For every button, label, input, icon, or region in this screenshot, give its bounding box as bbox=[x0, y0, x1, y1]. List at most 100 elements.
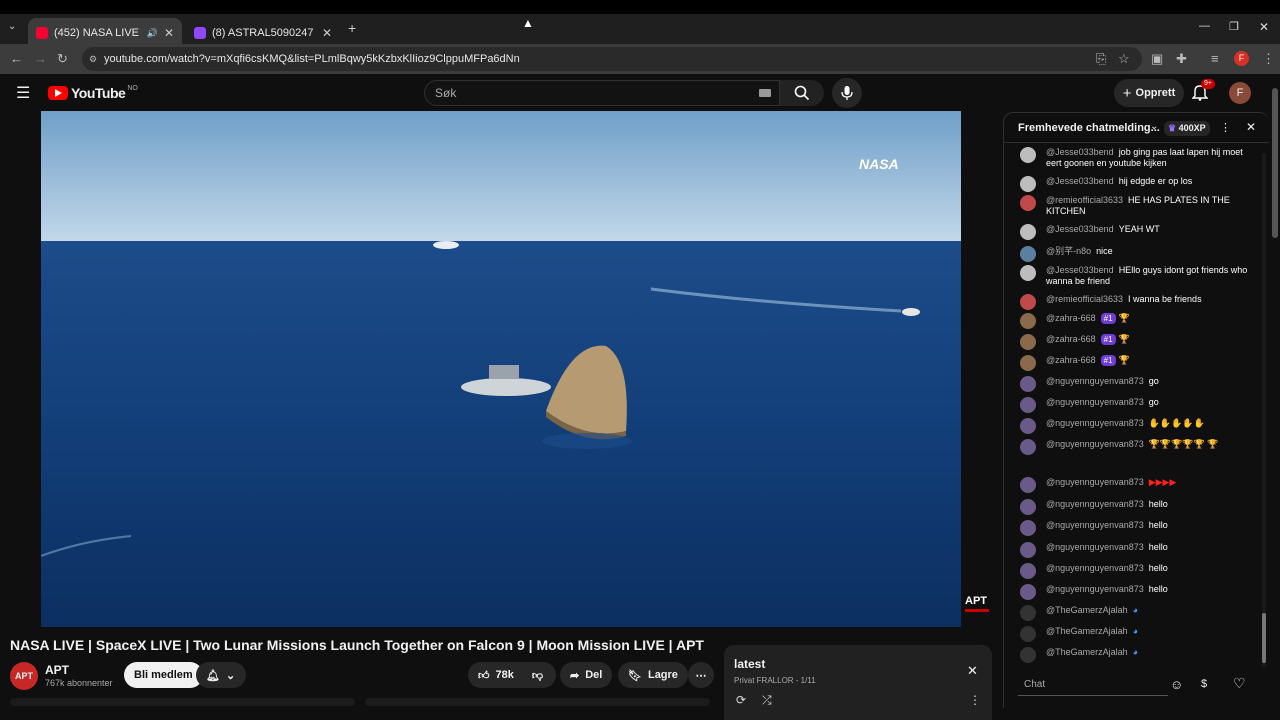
chat-input[interactable]: Chat bbox=[1018, 674, 1168, 696]
chat-author[interactable]: @Jesse033bend bbox=[1046, 224, 1114, 234]
minimize-icon[interactable]: — bbox=[1199, 20, 1210, 32]
heart-icon[interactable]: ♡ bbox=[1233, 675, 1246, 692]
chat-author[interactable]: @别芊-n8o bbox=[1046, 246, 1091, 256]
chat-author[interactable]: @zahra-668 bbox=[1046, 355, 1096, 365]
chat-author[interactable]: @Jesse033bend bbox=[1046, 176, 1114, 186]
chat-scrollbar-thumb[interactable] bbox=[1262, 613, 1266, 663]
search-input[interactable]: Søk bbox=[424, 80, 780, 106]
twitch-favicon-icon bbox=[194, 27, 206, 39]
more-actions-button[interactable]: ⋯ bbox=[688, 662, 714, 688]
playlist-title[interactable]: latest bbox=[734, 657, 765, 671]
speaker-icon[interactable]: 🔊 bbox=[147, 28, 158, 39]
chat-author[interactable]: @nguyennguyenvan873 bbox=[1046, 477, 1144, 487]
forward-icon[interactable]: → bbox=[34, 51, 47, 66]
youtube-logo[interactable]: YouTube NO bbox=[48, 85, 138, 101]
emoji-icon[interactable]: ☺ bbox=[1170, 677, 1183, 692]
chat-author[interactable]: @Jesse033bend bbox=[1046, 147, 1114, 157]
extension-icon[interactable]: ▣ bbox=[1151, 51, 1163, 67]
chevron-down-icon[interactable]: ⌄ bbox=[1150, 121, 1158, 132]
shuffle-icon[interactable]: ⤮ bbox=[762, 693, 772, 708]
chat-close-icon[interactable]: ✕ bbox=[1246, 120, 1256, 134]
notifications-badge: 9+ bbox=[1201, 79, 1215, 89]
keyboard-icon[interactable] bbox=[759, 89, 771, 97]
save-button[interactable]: 🔖︎ Lagre bbox=[618, 662, 688, 688]
chat-author[interactable]: @nguyennguyenvan873 bbox=[1046, 563, 1144, 573]
avatar bbox=[1020, 224, 1036, 240]
play-logo-icon bbox=[48, 86, 68, 100]
chat-author[interactable]: @TheGamerzAjalah bbox=[1046, 626, 1128, 636]
profile-avatar[interactable]: F bbox=[1234, 51, 1249, 66]
chat-author[interactable]: @Jesse033bend bbox=[1046, 265, 1114, 275]
xp-value: 400XP bbox=[1178, 123, 1206, 133]
avatar bbox=[1020, 246, 1036, 262]
avatar bbox=[1020, 195, 1036, 211]
chat-author[interactable]: @nguyennguyenvan873 bbox=[1046, 584, 1144, 594]
tab-search-icon[interactable]: ⌄ bbox=[8, 21, 16, 32]
chat-options-icon[interactable]: ⋮ bbox=[1220, 121, 1231, 134]
puzzle-icon[interactable]: ✚ bbox=[1176, 51, 1187, 67]
live-chat: Fremhevede chatmelding... ⌄ ♛ 400XP ⋮ ✕ … bbox=[1003, 112, 1269, 708]
install-icon[interactable]: ⎘ bbox=[1096, 51, 1106, 67]
search-button[interactable] bbox=[780, 80, 824, 106]
window-close-icon[interactable]: ✕ bbox=[1259, 20, 1269, 34]
maximize-icon[interactable]: ❐ bbox=[1229, 20, 1239, 33]
tab-close-icon[interactable]: ✕ bbox=[322, 26, 332, 40]
chat-author[interactable]: @nguyennguyenvan873 bbox=[1046, 520, 1144, 530]
like-count[interactable]: 78k bbox=[496, 669, 514, 681]
chat-text: hello bbox=[1148, 542, 1168, 552]
chat-author[interactable]: @nguyennguyenvan873 bbox=[1046, 499, 1144, 509]
chat-message: @Jesse033bend hij edgde er op los bbox=[1020, 176, 1252, 192]
voice-search-button[interactable] bbox=[832, 78, 862, 108]
share-icon: ➦ bbox=[570, 669, 580, 682]
chat-author[interactable]: @zahra-668 bbox=[1046, 334, 1096, 344]
chat-author[interactable]: @remieofficial3633 bbox=[1046, 294, 1123, 304]
chevron-down-icon: ⌄ bbox=[225, 669, 236, 682]
join-button[interactable]: Bli medlem bbox=[124, 662, 203, 688]
trophy-icon: 🏆 bbox=[1118, 313, 1130, 323]
close-icon[interactable]: ✕ bbox=[967, 663, 978, 679]
chat-message: @zahra-668 #1 🏆 bbox=[1020, 355, 1252, 371]
channel-avatar[interactable]: APT bbox=[10, 662, 38, 690]
channel-name[interactable]: APT bbox=[45, 663, 69, 677]
notifications-button[interactable]: 9+ bbox=[1191, 79, 1215, 106]
create-button[interactable]: + Opprett bbox=[1114, 79, 1184, 107]
dislike-icon[interactable]: 👎︎ bbox=[532, 669, 543, 682]
account-avatar[interactable]: F bbox=[1229, 82, 1251, 104]
browser-menu-icon[interactable]: ⋮ bbox=[1262, 51, 1275, 67]
share-button[interactable]: ➦ Del bbox=[560, 662, 613, 688]
media-control-icon[interactable]: ≡ bbox=[1211, 51, 1219, 66]
page-scrollbar-thumb[interactable] bbox=[1272, 88, 1278, 238]
repeat-icon[interactable]: ⟳ bbox=[736, 693, 746, 707]
chat-message: @nguyennguyenvan873 hello bbox=[1020, 499, 1252, 515]
url-field[interactable]: ⚙ youtube.com/watch?v=mXqfi6csKMQ&list=P… bbox=[82, 47, 1142, 71]
super-chat-icon[interactable]: $ bbox=[1201, 678, 1207, 690]
video-player[interactable]: NASA APT bbox=[41, 111, 961, 627]
chat-author[interactable]: @TheGamerzAjalah bbox=[1046, 647, 1128, 657]
chat-author[interactable]: @nguyennguyenvan873 bbox=[1046, 397, 1144, 407]
like-icon[interactable]: 👍︎ bbox=[478, 669, 490, 682]
chat-author[interactable]: @remieofficial3633 bbox=[1046, 195, 1123, 205]
back-icon[interactable]: ← bbox=[10, 51, 23, 66]
bookmark-star-icon[interactable]: ☆ bbox=[1118, 51, 1130, 67]
hamburger-menu-icon[interactable]: ☰ bbox=[16, 83, 30, 103]
chat-text: hello bbox=[1148, 520, 1168, 530]
chat-author[interactable]: @nguyennguyenvan873 bbox=[1046, 418, 1144, 428]
xp-badge[interactable]: ♛ 400XP bbox=[1164, 121, 1210, 136]
chat-scrollbar[interactable] bbox=[1262, 153, 1266, 667]
chat-header: Fremhevede chatmelding... ⌄ ♛ 400XP ⋮ ✕ bbox=[1004, 113, 1269, 143]
playlist-more-icon[interactable]: ⋮ bbox=[969, 693, 981, 707]
chat-message: @nguyennguyenvan873 hello bbox=[1020, 563, 1252, 579]
rank-badge: #1 bbox=[1100, 313, 1116, 324]
chat-author[interactable]: @nguyennguyenvan873 bbox=[1046, 376, 1144, 386]
tab-close-icon[interactable]: ✕ bbox=[164, 26, 174, 40]
chat-author[interactable]: @TheGamerzAjalah bbox=[1046, 605, 1128, 615]
chat-author[interactable]: @nguyennguyenvan873 bbox=[1046, 542, 1144, 552]
new-tab-icon[interactable]: + bbox=[348, 20, 356, 36]
chat-mode-label[interactable]: Fremhevede chatmelding... bbox=[1018, 122, 1160, 134]
subscribed-bell-button[interactable]: 🔔︎ ⌄ bbox=[196, 662, 246, 688]
region-code: NO bbox=[127, 85, 138, 92]
chat-author[interactable]: @zahra-668 bbox=[1046, 313, 1096, 323]
reload-icon[interactable]: ↻ bbox=[57, 51, 68, 67]
site-info-icon[interactable]: ⚙ bbox=[89, 47, 97, 71]
chat-author[interactable]: @nguyennguyenvan873 bbox=[1046, 439, 1144, 449]
